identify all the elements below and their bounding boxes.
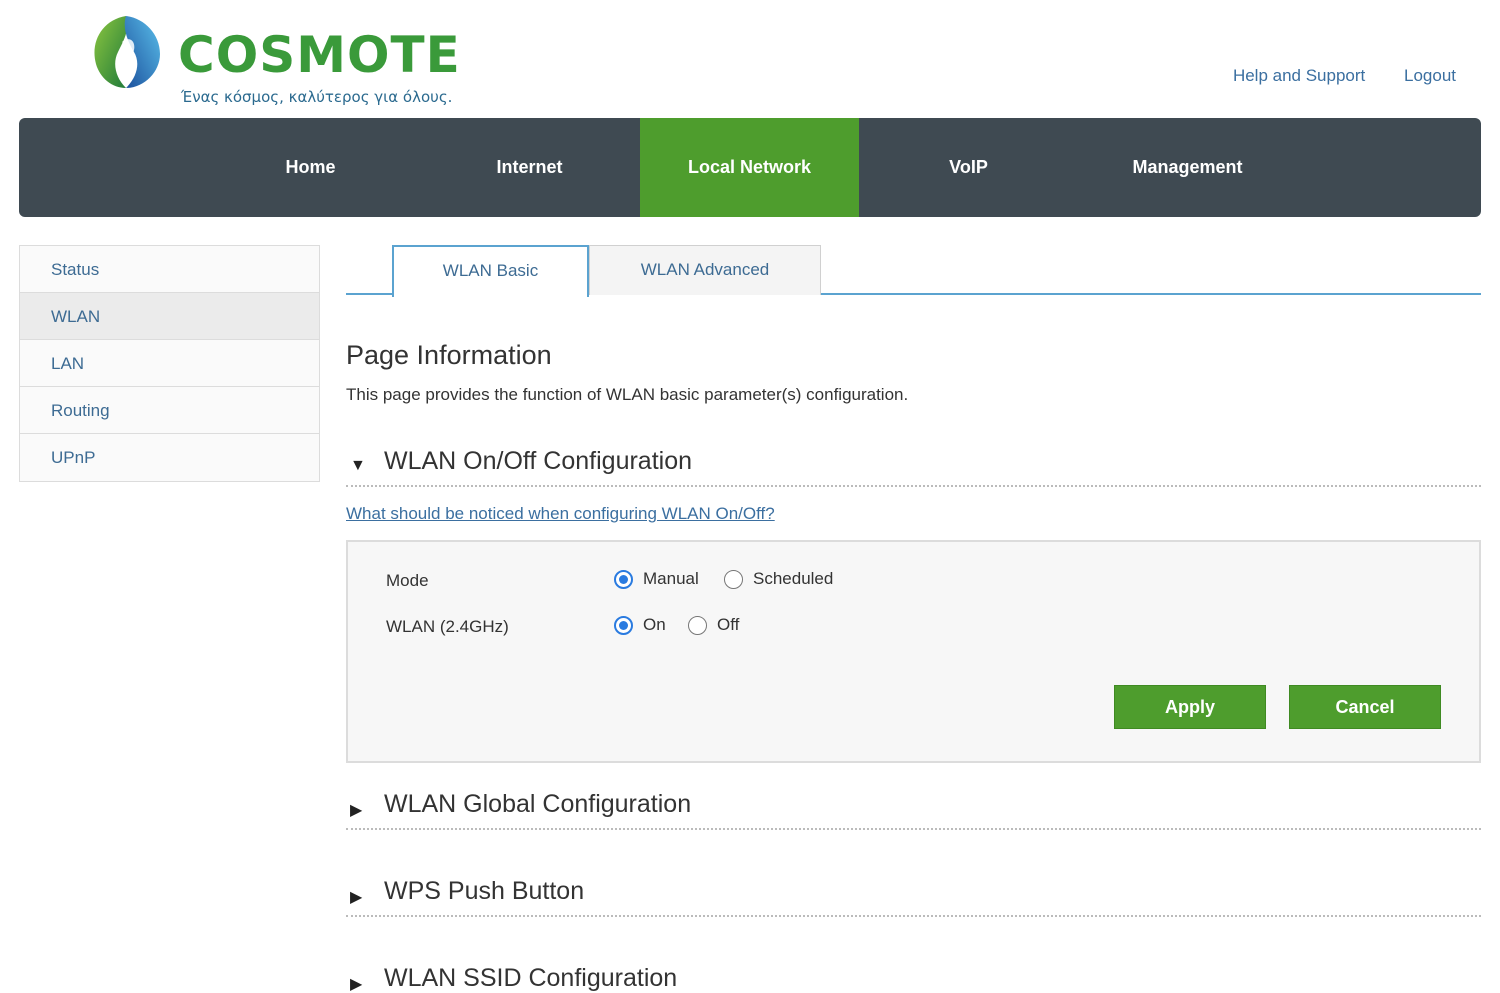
cosmote-logo[interactable]: COSMOTE Ένας κόσμος, καλύτερος για όλους…	[86, 12, 466, 112]
main-content: WLAN Basic WLAN Advanced Page Informatio…	[346, 245, 1481, 993]
wlan-onoff-config-box: Mode Manual Scheduled WLAN (2.4GHz) On O…	[346, 540, 1481, 763]
section-title: WLAN On/Off Configuration	[384, 447, 693, 475]
page-title: Page Information	[346, 340, 552, 370]
wlan-on-radio[interactable]: On	[614, 615, 666, 635]
logout-link[interactable]: Logout	[1404, 66, 1456, 85]
sidebar-item-upnp[interactable]: UPnP	[20, 434, 319, 481]
cosmote-logo-icon	[94, 16, 160, 88]
radio-label: Off	[717, 615, 740, 634]
section-title: WLAN SSID Configuration	[384, 964, 678, 992]
mode-manual-radio[interactable]: Manual	[614, 569, 699, 589]
section-wlan-global-header[interactable]: ▶ WLAN Global Configuration	[346, 786, 1481, 830]
radio-label: On	[643, 615, 666, 634]
nav-internet[interactable]: Internet	[420, 118, 639, 217]
section-wlan-ssid-header[interactable]: ▶ WLAN SSID Configuration	[346, 960, 1481, 993]
expand-arrow-icon: ▶	[350, 802, 363, 819]
nav-local-network[interactable]: Local Network	[640, 118, 859, 217]
tab-bar: WLAN Basic WLAN Advanced	[346, 245, 1481, 297]
nav-management[interactable]: Management	[1078, 118, 1297, 217]
sidebar-item-wlan[interactable]: WLAN	[20, 293, 319, 340]
wlan-24ghz-label: WLAN (2.4GHz)	[386, 617, 509, 636]
section-title: WLAN Global Configuration	[384, 790, 692, 818]
expand-arrow-icon: ▶	[350, 889, 363, 906]
brand-tagline: Ένας κόσμος, καλύτερος για όλους.	[181, 88, 453, 106]
nav-voip[interactable]: VoIP	[859, 118, 1078, 217]
tab-wlan-advanced[interactable]: WLAN Advanced	[589, 245, 821, 295]
wlan-onoff-help-link[interactable]: What should be noticed when configuring …	[346, 504, 775, 524]
page-description: This page provides the function of WLAN …	[346, 385, 909, 404]
brand-name: COSMOTE	[178, 26, 461, 84]
sidebar-item-routing[interactable]: Routing	[20, 387, 319, 434]
sidebar: Status WLAN LAN Routing UPnP	[19, 245, 320, 482]
radio-label: Scheduled	[753, 569, 834, 588]
section-wps-header[interactable]: ▶ WPS Push Button	[346, 873, 1481, 917]
mode-scheduled-radio[interactable]: Scheduled	[724, 569, 833, 589]
radio-checked-icon	[614, 615, 633, 635]
radio-unchecked-icon	[724, 569, 743, 589]
main-nav: Home Internet Local Network VoIP Managem…	[19, 118, 1481, 217]
apply-button[interactable]: Apply	[1114, 685, 1266, 729]
expand-arrow-icon: ▶	[350, 976, 363, 993]
wlan-off-radio[interactable]: Off	[688, 615, 739, 635]
mode-label: Mode	[386, 571, 429, 590]
section-wlan-onoff-header[interactable]: ▼ WLAN On/Off Configuration	[346, 443, 1481, 487]
radio-unchecked-icon	[688, 615, 707, 635]
collapse-arrow-icon: ▼	[350, 457, 366, 474]
nav-home[interactable]: Home	[201, 118, 420, 217]
sidebar-item-lan[interactable]: LAN	[20, 340, 319, 387]
cancel-button[interactable]: Cancel	[1289, 685, 1441, 729]
sidebar-item-status[interactable]: Status	[20, 246, 319, 293]
radio-label: Manual	[643, 569, 699, 588]
top-links: Help and Support Logout	[1199, 66, 1456, 86]
help-and-support-link[interactable]: Help and Support	[1233, 66, 1365, 85]
section-title: WPS Push Button	[384, 877, 585, 905]
tab-wlan-basic[interactable]: WLAN Basic	[392, 245, 589, 297]
radio-checked-icon	[614, 569, 633, 589]
